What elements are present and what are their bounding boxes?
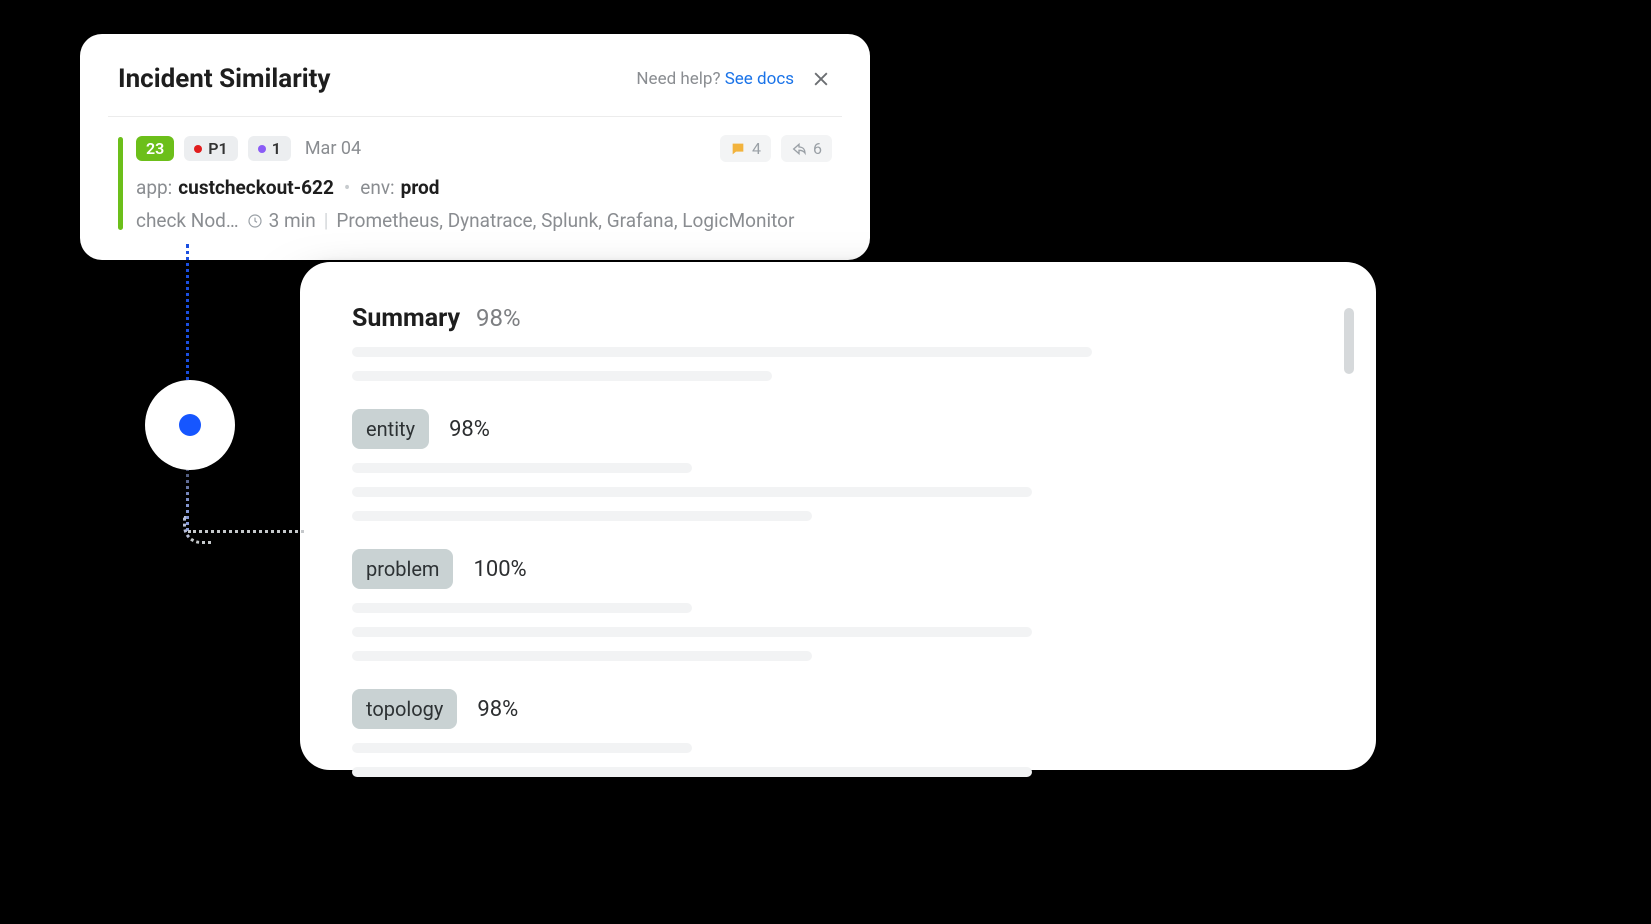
connector-line [188, 530, 304, 533]
entity-pill[interactable]: entity [352, 409, 429, 449]
incident-similarity-card: Incident Similarity Need help? See docs … [80, 34, 870, 260]
component-row-problem: problem 100% [352, 549, 1324, 589]
text-placeholder [352, 743, 692, 753]
header-divider [108, 116, 842, 117]
summary-percent: 98% [476, 304, 521, 332]
summary-skeleton-block [352, 347, 1324, 381]
secondary-count: 1 [272, 139, 281, 158]
problem-pill[interactable]: problem [352, 549, 453, 589]
secondary-dot-icon [258, 145, 266, 153]
text-placeholder [352, 371, 772, 381]
comments-count: 4 [752, 139, 761, 158]
help-prefix: Need help? [636, 69, 724, 89]
incident-sources: Prometheus, Dynatrace, Splunk, Grafana, … [336, 209, 832, 232]
priority-badge[interactable]: P1 [184, 136, 237, 161]
scrollbar-thumb[interactable] [1344, 308, 1354, 374]
problem-percent: 100% [473, 557, 526, 582]
component-row-entity: entity 98% [352, 409, 1324, 449]
see-docs-link[interactable]: See docs [725, 69, 794, 89]
share-count: 6 [813, 139, 822, 158]
incident-age: 3 min [247, 209, 316, 232]
panel-title: Incident Similarity [118, 64, 331, 94]
env-key: env: [360, 176, 394, 199]
app-value: custcheckout-622 [178, 176, 334, 199]
alert-count-badge[interactable]: 23 [136, 136, 174, 161]
incident-card-header: Incident Similarity Need help? See docs [118, 64, 832, 94]
topology-pill[interactable]: topology [352, 689, 457, 729]
scrollbar[interactable] [1344, 302, 1354, 730]
text-placeholder [352, 767, 1032, 777]
text-placeholder [352, 511, 812, 521]
age-text: 3 min [269, 209, 316, 232]
share-badge[interactable]: 6 [781, 135, 832, 162]
comment-icon [730, 141, 746, 157]
text-placeholder [352, 347, 1092, 357]
node-dot-icon [179, 414, 201, 436]
entity-percent: 98% [449, 417, 490, 442]
connector-corner [183, 516, 211, 544]
summary-header: Summary 98% [352, 304, 1324, 333]
header-actions: Need help? See docs [636, 68, 832, 90]
detail-divider: | [324, 209, 329, 232]
share-icon [791, 141, 807, 157]
similarity-summary-card: Summary 98% entity 98% problem 100% topo… [300, 262, 1376, 770]
close-icon [811, 69, 831, 89]
text-placeholder [352, 487, 1032, 497]
clock-icon [247, 213, 263, 229]
text-placeholder [352, 463, 692, 473]
text-placeholder [352, 651, 812, 661]
check-name: check Nod… [136, 209, 239, 232]
tag-separator: • [340, 176, 354, 199]
app-key: app: [136, 176, 172, 199]
help-text: Need help? See docs [636, 69, 794, 89]
incident-date: Mar 04 [305, 138, 361, 159]
graph-node[interactable] [145, 380, 235, 470]
incident-meta-row: 23 P1 1 Mar 04 4 6 [136, 135, 832, 162]
summary-title: Summary [352, 304, 460, 333]
topology-percent: 98% [477, 697, 518, 722]
incident-tags-row: app: custcheckout-622 • env: prod [136, 176, 832, 199]
secondary-badge[interactable]: 1 [248, 136, 291, 161]
text-placeholder [352, 603, 692, 613]
env-value: prod [401, 176, 440, 199]
text-placeholder [352, 627, 1032, 637]
close-button[interactable] [810, 68, 832, 90]
priority-dot-icon [194, 145, 202, 153]
incident-body: 23 P1 1 Mar 04 4 6 [118, 135, 832, 232]
incident-detail-row: check Nod… 3 min | Prometheus, Dynatrace… [136, 209, 832, 232]
severity-accent-bar [118, 137, 123, 230]
component-row-topology: topology 98% [352, 689, 1324, 729]
priority-label: P1 [208, 139, 227, 158]
comments-badge[interactable]: 4 [720, 135, 771, 162]
